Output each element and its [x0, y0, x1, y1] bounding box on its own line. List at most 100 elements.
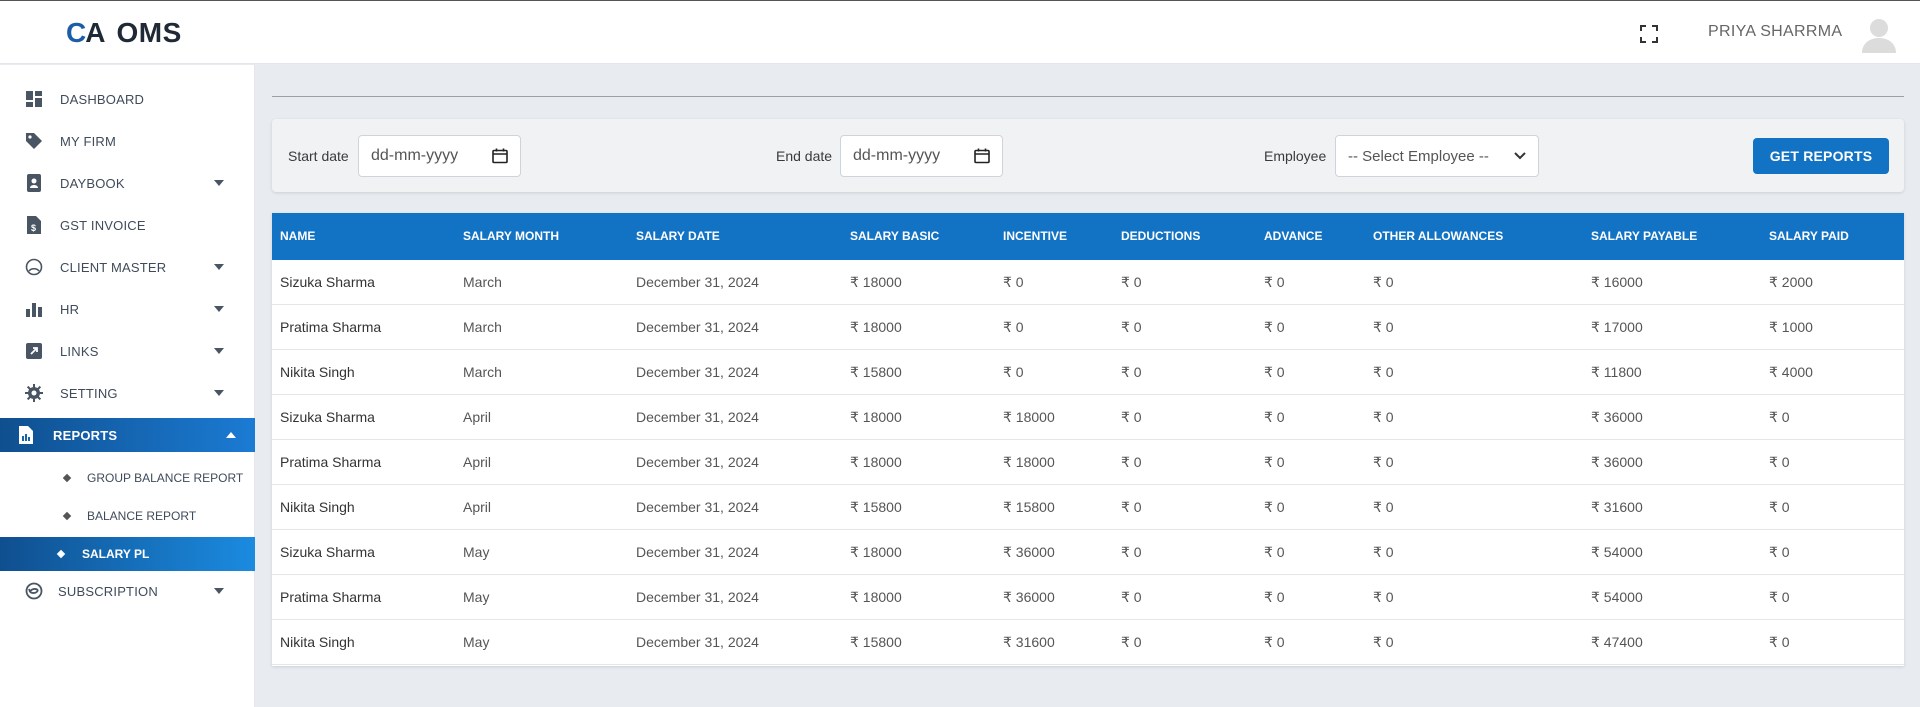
cell-salary-paid: ₹ 0 [1769, 589, 1790, 605]
logo-mark-a: A [85, 17, 105, 48]
cell-other-allowances: ₹ 0 [1373, 364, 1394, 380]
cell-name: Pratima Sharma [280, 454, 382, 470]
table-row: Pratima Sharma April December 31, 2024 ₹ 18… [272, 440, 1904, 485]
employee-select[interactable]: -- Select Employee -- [1335, 135, 1539, 177]
cell-salary-paid: ₹ 2000 [1769, 274, 1813, 290]
fullscreen-icon[interactable] [1640, 25, 1658, 43]
sidebar-item-label: GST INVOICE [60, 217, 146, 233]
column-header-other-allowances[interactable]: OTHER ALLOWANCES [1373, 229, 1503, 243]
start-date-input[interactable]: dd-mm-yyyy [358, 135, 521, 177]
column-header-salary-month[interactable]: SALARY MONTH [463, 229, 559, 243]
cell-salary-basic: ₹ 18000 [850, 544, 902, 560]
salary-table: NAME SALARY MONTH SALARY DATE SALARY BAS… [272, 213, 1904, 666]
cell-name: Nikita Singh [280, 634, 355, 650]
sidebar-item-subscription[interactable]: SUBSCRIPTION [0, 573, 255, 609]
cell-incentive: ₹ 31600 [1003, 634, 1055, 650]
table-row: Sizuka Sharma March December 31, 2024 ₹ 180… [272, 260, 1904, 305]
cell-deductions: ₹ 0 [1121, 274, 1142, 290]
cell-salary-month: May [463, 544, 490, 560]
sidebar-subitem-salary-pl[interactable]: SALARY PL [0, 537, 255, 571]
sidebar-item-gst-invoice[interactable]: $ GST INVOICE [0, 207, 255, 243]
column-header-advance[interactable]: ADVANCE [1264, 229, 1322, 243]
chevron-down-icon [214, 588, 224, 594]
cell-salary-date: December 31, 2024 [636, 634, 759, 650]
cell-other-allowances: ₹ 0 [1373, 589, 1394, 605]
cell-salary-paid: ₹ 0 [1769, 454, 1790, 470]
cell-name: Pratima Sharma [280, 319, 382, 335]
cell-salary-basic: ₹ 18000 [850, 274, 902, 290]
cell-incentive: ₹ 0 [1003, 274, 1024, 290]
cell-deductions: ₹ 0 [1121, 499, 1142, 515]
cell-incentive: ₹ 18000 [1003, 454, 1055, 470]
diamond-bullet-icon [62, 511, 72, 521]
table-row: Nikita Singh May December 31, 2024 ₹ 15800 ₹… [272, 620, 1904, 665]
chevron-down-icon [214, 348, 224, 354]
sidebar-item-my-firm[interactable]: MY FIRM [0, 123, 255, 159]
cell-other-allowances: ₹ 0 [1373, 544, 1394, 560]
sidebar-item-label: HR [60, 301, 80, 317]
cell-salary-month: March [463, 364, 502, 380]
cell-salary-date: December 31, 2024 [636, 274, 759, 290]
sidebar-subitem-label: SALARY PL [82, 547, 150, 561]
cell-salary-basic: ₹ 18000 [850, 589, 902, 605]
sidebar-item-client-master[interactable]: CLIENT MASTER [0, 249, 255, 285]
cell-name: Nikita Singh [280, 499, 355, 515]
cell-name: Sizuka Sharma [280, 409, 375, 425]
cell-deductions: ₹ 0 [1121, 589, 1142, 605]
cell-salary-month: May [463, 589, 490, 605]
cell-salary-basic: ₹ 18000 [850, 454, 902, 470]
cell-salary-payable: ₹ 47400 [1591, 634, 1643, 650]
cell-salary-date: December 31, 2024 [636, 544, 759, 560]
cell-other-allowances: ₹ 0 [1373, 274, 1394, 290]
cell-salary-paid: ₹ 1000 [1769, 319, 1813, 335]
bar-chart-icon [24, 299, 44, 319]
link-icon [24, 341, 44, 361]
sidebar-item-setting[interactable]: SETTING [0, 375, 255, 411]
sidebar-subitem-balance-report[interactable]: BALANCE REPORT [0, 499, 255, 533]
sidebar-item-daybook[interactable]: DAYBOOK [0, 165, 255, 201]
column-header-salary-date[interactable]: SALARY DATE [636, 229, 720, 243]
diamond-bullet-icon [62, 473, 72, 483]
tag-icon [24, 131, 44, 151]
sidebar-item-label: CLIENT MASTER [60, 259, 167, 275]
cell-salary-paid: ₹ 4000 [1769, 364, 1813, 380]
logo-mark: CA [66, 17, 105, 49]
cell-advance: ₹ 0 [1264, 454, 1285, 470]
cell-salary-date: December 31, 2024 [636, 409, 759, 425]
cell-advance: ₹ 0 [1264, 589, 1285, 605]
column-header-salary-payable[interactable]: SALARY PAYABLE [1591, 229, 1697, 243]
cell-deductions: ₹ 0 [1121, 364, 1142, 380]
sidebar: DASHBOARD MY FIRM DAYBOOK $ GST INVOICE … [0, 65, 255, 707]
calendar-icon[interactable] [974, 148, 990, 164]
column-header-incentive[interactable]: INCENTIVE [1003, 229, 1067, 243]
cell-salary-paid: ₹ 0 [1769, 634, 1790, 650]
logo[interactable]: CA OMS [66, 17, 182, 49]
sidebar-subitem-group-balance-report[interactable]: GROUP BALANCE REPORT [0, 461, 255, 495]
sidebar-item-links[interactable]: LINKS [0, 333, 255, 369]
column-header-name[interactable]: NAME [280, 229, 315, 243]
subscription-icon [24, 581, 44, 601]
sidebar-item-hr[interactable]: HR [0, 291, 255, 327]
cell-salary-month: May [463, 634, 490, 650]
employee-select-value: -- Select Employee -- [1348, 147, 1489, 165]
sidebar-item-reports[interactable]: REPORTS [0, 418, 255, 452]
column-header-deductions[interactable]: DEDUCTIONS [1121, 229, 1200, 243]
cell-deductions: ₹ 0 [1121, 454, 1142, 470]
start-date-label: Start date [288, 148, 349, 164]
avatar-icon[interactable] [1862, 17, 1896, 53]
cell-salary-month: April [463, 454, 492, 470]
end-date-input[interactable]: dd-mm-yyyy [840, 135, 1003, 177]
calendar-icon[interactable] [492, 148, 508, 164]
sidebar-item-label: SETTING [60, 385, 118, 401]
end-date-label: End date [776, 148, 833, 164]
cell-name: Sizuka Sharma [280, 544, 375, 560]
chevron-up-icon [226, 432, 236, 438]
cell-salary-payable: ₹ 54000 [1591, 544, 1643, 560]
cell-deductions: ₹ 0 [1121, 409, 1142, 425]
cell-salary-basic: ₹ 18000 [850, 319, 902, 335]
column-header-salary-basic[interactable]: SALARY BASIC [850, 229, 939, 243]
sidebar-item-dashboard[interactable]: DASHBOARD [0, 81, 255, 117]
get-reports-button[interactable]: GET REPORTS [1753, 138, 1889, 174]
username[interactable]: PRIYA SHARRMA [1708, 23, 1842, 41]
column-header-salary-paid[interactable]: SALARY PAID [1769, 229, 1849, 243]
